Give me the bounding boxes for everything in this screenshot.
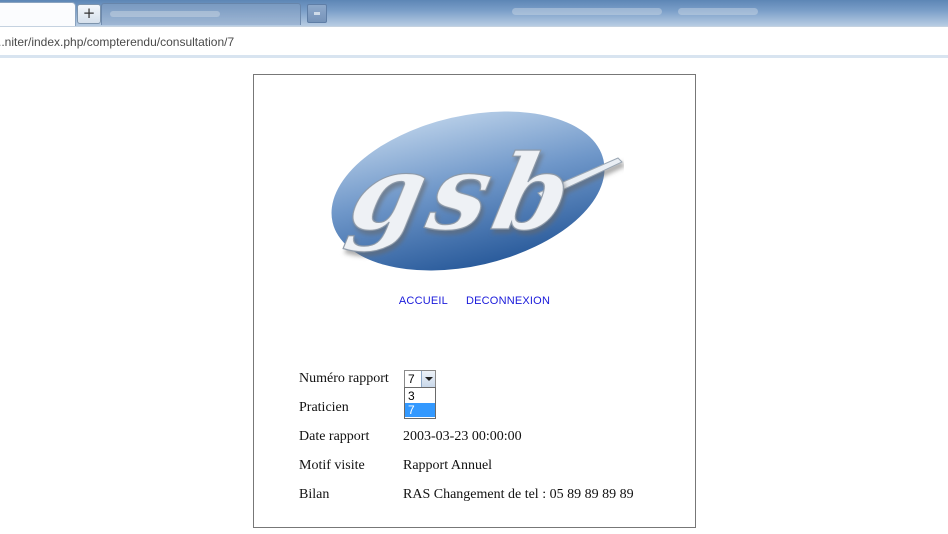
praticien-label: Praticien [299,400,349,415]
browser-tab-small[interactable] [307,4,327,23]
option-3[interactable]: 3 [405,389,435,403]
gsb-logo: gsb [331,111,623,271]
motif-visite-value: Rapport Annuel [403,458,493,473]
numero-rapport-options[interactable]: 3 7 [404,387,436,419]
bilan-label: Bilan [299,487,330,502]
toolbar-separator [0,55,948,58]
address-bar[interactable]: ..niter/index.php/compterendu/consultati… [0,26,948,56]
browser-tab-strip: + [0,0,948,27]
date-rapport-label: Date rapport [299,429,370,444]
svg-text:gsb: gsb [340,131,588,254]
browser-tab-background[interactable] [101,3,301,25]
numero-rapport-label: Numéro rapport [299,371,389,386]
chevron-down-icon[interactable] [421,371,435,387]
tab-strip-blur [512,8,662,15]
browser-tab-active[interactable] [0,2,76,27]
option-7[interactable]: 7 [405,403,435,417]
bilan-value: RAS Changement de tel : 05 89 89 89 89 [403,487,634,502]
nav-link-accueil[interactable]: ACCUEIL [399,295,448,307]
new-tab-button[interactable]: + [77,4,101,24]
main-panel: gsb ACCUEIL DECONNEXION Numéro rapport 7… [253,74,696,528]
url-text[interactable]: ..niter/index.php/compterendu/consultati… [0,35,234,49]
nav-link-deconnexion[interactable]: DECONNEXION [466,295,550,307]
date-rapport-value: 2003-03-23 00:00:00 [403,429,522,444]
motif-visite-label: Motif visite [299,458,365,473]
numero-rapport-selected-value: 7 [408,372,415,386]
numero-rapport-select[interactable]: 7 [404,370,436,388]
top-nav: ACCUEIL DECONNEXION [254,291,695,309]
tab-strip-blur [678,8,758,15]
